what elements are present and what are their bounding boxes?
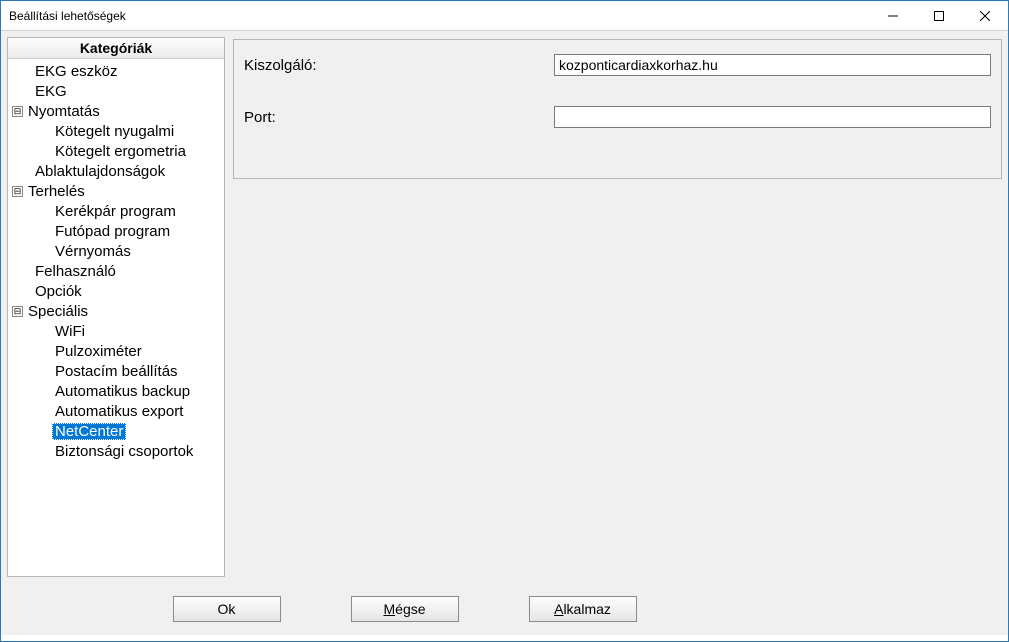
collapse-icon[interactable]: ⊟ xyxy=(12,306,23,317)
apply-button[interactable]: Alkalmaz xyxy=(529,596,637,622)
tree-item-postacim[interactable]: Postacím beállítás xyxy=(8,361,224,381)
sidebar-header: Kategóriák xyxy=(8,38,224,59)
tree-item-opciok[interactable]: Opciók xyxy=(8,281,224,301)
tree-item-futopad[interactable]: Futópad program xyxy=(8,221,224,241)
close-button[interactable] xyxy=(962,1,1008,30)
category-tree[interactable]: EKG eszköz EKG ⊟ Nyomtatás Kötegelt nyug… xyxy=(8,59,224,576)
tree-item-auto-backup[interactable]: Automatikus backup xyxy=(8,381,224,401)
window-controls xyxy=(870,1,1008,30)
tree-item-specialis[interactable]: ⊟ Speciális xyxy=(8,301,224,321)
tree-item-biztonsagi[interactable]: Biztonsági csoportok xyxy=(8,441,224,461)
minimize-button[interactable] xyxy=(870,1,916,30)
tree-item-kotegelt-ergometria[interactable]: Kötegelt ergometria xyxy=(8,141,224,161)
cancel-button[interactable]: Mégse xyxy=(351,596,459,622)
server-label: Kiszolgáló: xyxy=(244,57,554,74)
server-input[interactable] xyxy=(554,54,991,76)
tree-item-pulzoximeter[interactable]: Pulzoximéter xyxy=(8,341,224,361)
ok-button[interactable]: Ok xyxy=(173,596,281,622)
sidebar: Kategóriák EKG eszköz EKG ⊟ Nyomtatás Kö… xyxy=(7,37,225,577)
tree-item-kerekpar[interactable]: Kerékpár program xyxy=(8,201,224,221)
tree-item-ablaktulajdonsagok[interactable]: Ablaktulajdonságok xyxy=(8,161,224,181)
port-label: Port: xyxy=(244,109,554,126)
tree-item-felhasznalo[interactable]: Felhasználó xyxy=(8,261,224,281)
tree-item-wifi[interactable]: WiFi xyxy=(8,321,224,341)
tree-item-vernyomas[interactable]: Vérnyomás xyxy=(8,241,224,261)
settings-panel: Kiszolgáló: Port: xyxy=(233,39,1002,179)
tree-item-ekg-eszkoz[interactable]: EKG eszköz xyxy=(8,61,224,81)
port-input[interactable] xyxy=(554,106,991,128)
tree-item-terheles[interactable]: ⊟ Terhelés xyxy=(8,181,224,201)
tree-item-nyomtatas[interactable]: ⊟ Nyomtatás xyxy=(8,101,224,121)
button-bar: Ok Mégse Alkalmaz xyxy=(1,583,1008,635)
tree-item-ekg[interactable]: EKG xyxy=(8,81,224,101)
titlebar: Beállítási lehetőségek xyxy=(1,1,1008,31)
window-title: Beállítási lehetőségek xyxy=(9,9,870,23)
collapse-icon[interactable]: ⊟ xyxy=(12,106,23,117)
tree-item-netcenter[interactable]: NetCenter xyxy=(8,421,224,441)
collapse-icon[interactable]: ⊟ xyxy=(12,186,23,197)
tree-item-auto-export[interactable]: Automatikus export xyxy=(8,401,224,421)
tree-item-kotegelt-nyugalmi[interactable]: Kötegelt nyugalmi xyxy=(8,121,224,141)
maximize-button[interactable] xyxy=(916,1,962,30)
